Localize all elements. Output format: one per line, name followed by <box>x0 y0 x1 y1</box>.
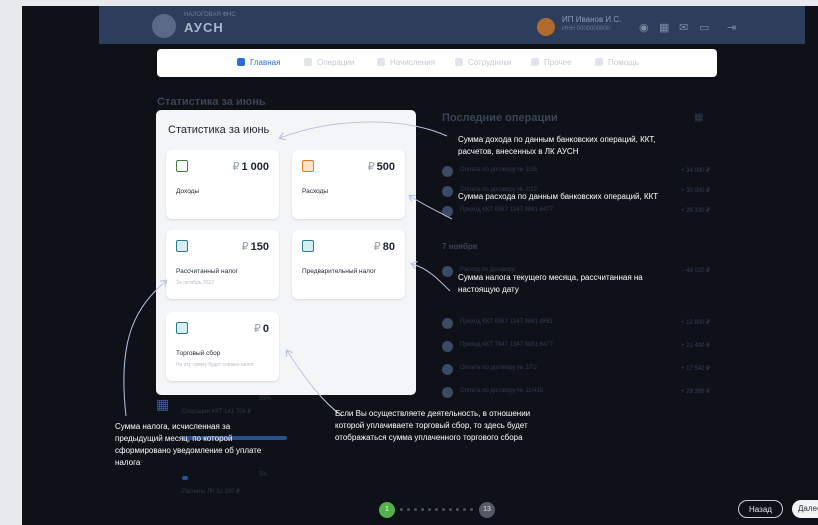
pager-dot[interactable] <box>449 508 452 511</box>
pager-step-last[interactable]: 13 <box>479 502 495 518</box>
expense-arrow <box>410 196 453 220</box>
pager-dot[interactable] <box>414 508 417 511</box>
pager-dot[interactable] <box>400 508 403 511</box>
onboarding-frame: НАЛОГОВАЯ ФНС АУСН ИП Иванов И.С. ИНН 00… <box>22 6 818 525</box>
trade-fee-arrow <box>287 351 343 417</box>
current-tax-arrow <box>412 264 451 292</box>
pager-dot[interactable] <box>442 508 445 511</box>
pager-dot[interactable] <box>463 508 466 511</box>
expense-callout: Сумма расхода по данным банковских опера… <box>458 192 659 201</box>
current-tax-callout: Сумма налога текущего месяца, рассчитанн… <box>458 273 643 294</box>
back-button[interactable]: Назад <box>738 500 783 518</box>
pager-step-current[interactable]: 1 <box>379 502 395 518</box>
trade-fee-callout: Если Вы осуществляете деятельность, в от… <box>335 409 531 442</box>
calc-tax-callout: Сумма налога, исчисленная за предыдущий … <box>115 422 262 467</box>
pager-dot[interactable] <box>421 508 424 511</box>
pager-dot[interactable] <box>407 508 410 511</box>
pager-dot[interactable] <box>435 508 438 511</box>
pager-dot[interactable] <box>456 508 459 511</box>
pager-dot[interactable] <box>428 508 431 511</box>
calc-tax-arrow <box>123 281 166 417</box>
income-arrow <box>280 121 448 138</box>
income-callout: Сумма дохода по данным банковских операц… <box>458 135 656 156</box>
pager-dot[interactable] <box>470 508 473 511</box>
next-button[interactable]: Далее <box>792 500 818 518</box>
